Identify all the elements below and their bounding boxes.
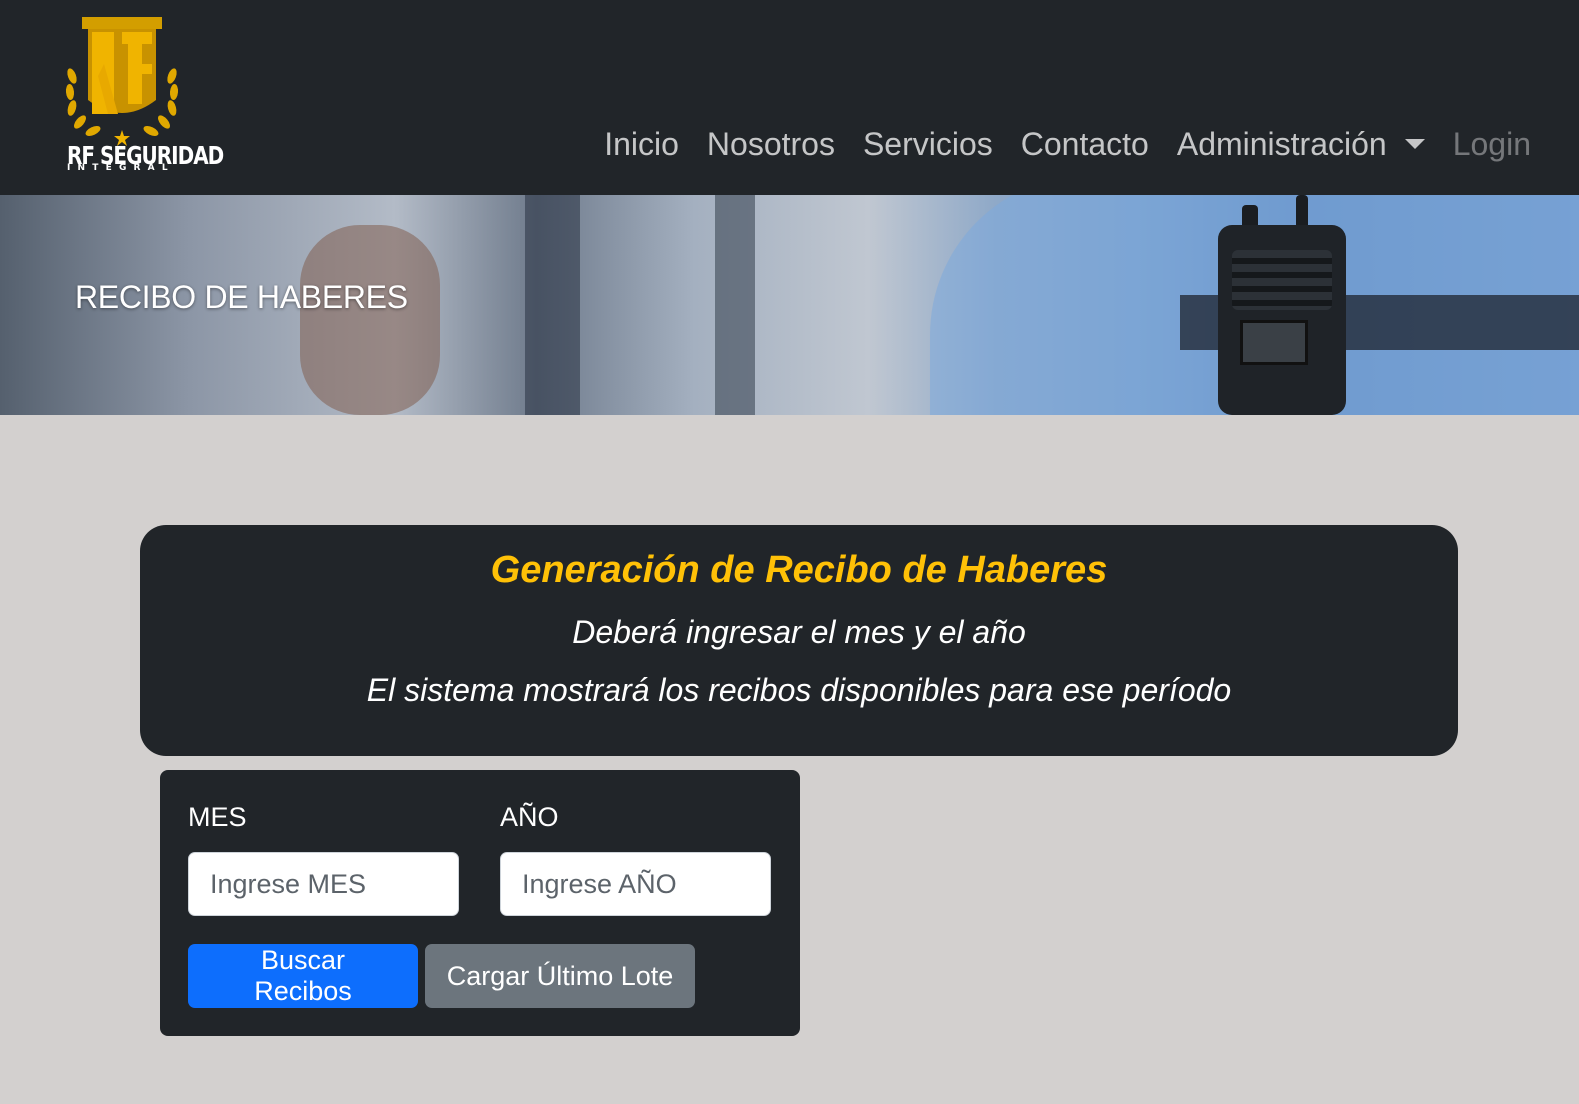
hero-banner: RECIBO DE HABERES: [0, 195, 1579, 415]
info-title: Generación de Recibo de Haberes: [490, 549, 1108, 591]
page-title: RECIBO DE HABERES: [75, 279, 408, 315]
info-description: El sistema mostrará los recibos disponib…: [366, 672, 1232, 708]
anio-input[interactable]: [500, 852, 771, 916]
buscar-recibos-button[interactable]: Buscar Recibos: [188, 944, 418, 1008]
hero-background-figure: [300, 225, 440, 415]
nav-item-contacto[interactable]: Contacto: [1021, 126, 1149, 163]
nav-item-inicio[interactable]: Inicio: [604, 126, 679, 163]
hero-background-post: [715, 195, 755, 415]
nav-item-administracion-label: Administración: [1176, 125, 1387, 162]
navbar: RF SEGURIDAD INTEGRAL Inicio Nosotros Se…: [0, 0, 1579, 195]
info-card: Generación de Recibo de Haberes Deberá i…: [140, 525, 1458, 756]
cargar-ultimo-lote-button[interactable]: Cargar Último Lote: [425, 944, 695, 1008]
info-instruction: Deberá ingresar el mes y el año: [572, 614, 1026, 650]
mes-input[interactable]: [188, 852, 459, 916]
nav-item-administracion[interactable]: Administración: [1177, 126, 1425, 163]
radio-screen: [1240, 320, 1308, 365]
nav-item-login[interactable]: Login: [1453, 126, 1531, 163]
caret-down-icon: [1404, 139, 1425, 149]
hero-background-post: [525, 195, 580, 415]
nav-item-servicios[interactable]: Servicios: [863, 126, 993, 163]
radio-grille: [1232, 250, 1332, 310]
search-form: MES AÑO Buscar Recibos Cargar Último Lot…: [160, 770, 800, 1036]
nav-links: Inicio Nosotros Servicios Contacto Admin…: [576, 122, 1531, 166]
anio-label: AÑO: [500, 802, 559, 832]
nav-item-nosotros[interactable]: Nosotros: [707, 126, 835, 163]
brand-subtitle: INTEGRAL: [67, 163, 175, 173]
mes-label: MES: [188, 802, 247, 832]
